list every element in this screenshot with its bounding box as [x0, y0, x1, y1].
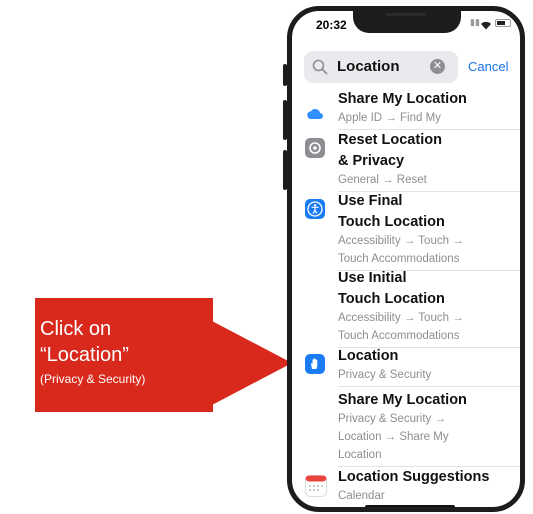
result-subtitle: Privacy & Security [338, 369, 432, 381]
signal-icon: ▮▮ [470, 17, 480, 27]
callout-arrow [212, 321, 292, 405]
home-indicator [365, 505, 455, 507]
result-title: & Privacy [338, 153, 405, 169]
wifi-icon [480, 17, 491, 30]
result-title: Share My Location [338, 91, 467, 107]
status-time: 20:32 [316, 18, 347, 32]
result-subtitle: Touch Accommodations [338, 253, 460, 265]
search-input[interactable]: Location [337, 58, 400, 75]
result-title: Use Initial [338, 270, 407, 286]
result-subtitle: Calendar [338, 490, 385, 502]
result-subtitle: Accessibility → Touch → [338, 235, 464, 247]
result-title: Touch Location [338, 214, 445, 230]
result-title: Use Final [338, 193, 403, 209]
search-icon [312, 59, 328, 75]
accessibility-icon [305, 199, 325, 219]
cloud-icon [305, 105, 325, 125]
result-title: Reset Location [338, 132, 442, 148]
speaker-grille [386, 13, 426, 16]
result-subtitle: Privacy & Security → [338, 413, 446, 425]
gear-icon [305, 138, 325, 158]
result-subtitle: Accessibility → Touch → [338, 312, 464, 324]
callout-line-3: (Privacy & Security) [40, 372, 146, 386]
result-title: Location [338, 348, 399, 364]
clear-icon[interactable]: ✕ [430, 59, 445, 74]
search-row: Location ✕ Cancel [304, 51, 520, 83]
hand-icon [305, 354, 325, 374]
callout-line-1: Click on [40, 318, 112, 340]
result-subtitle: Location → Share My [338, 431, 449, 443]
search-field[interactable]: Location ✕ [304, 51, 458, 83]
callout-line-2: “Location” [40, 344, 129, 366]
phone-frame: 20:32 ▮▮ Location ✕ Cancel Share My Loca… [287, 6, 525, 512]
result-subtitle: Touch Accommodations [338, 330, 460, 342]
calendar-icon [305, 475, 327, 497]
status-icons: ▮▮ [470, 17, 520, 31]
result-subtitle: Location [338, 449, 382, 461]
result-title: Touch Location [338, 291, 445, 307]
search-results-list: Share My Location Apple ID → Find My Reset… [292, 87, 520, 507]
result-subtitle: General → Reset [338, 174, 427, 186]
result-subtitle: Apple ID → Find My [338, 112, 441, 124]
result-title: Location Suggestions [338, 469, 490, 485]
result-title: Share My Location [338, 392, 467, 408]
notch [353, 11, 461, 33]
battery-icon [495, 19, 511, 27]
row-divider [338, 386, 520, 387]
cancel-button[interactable]: Cancel [468, 59, 508, 74]
